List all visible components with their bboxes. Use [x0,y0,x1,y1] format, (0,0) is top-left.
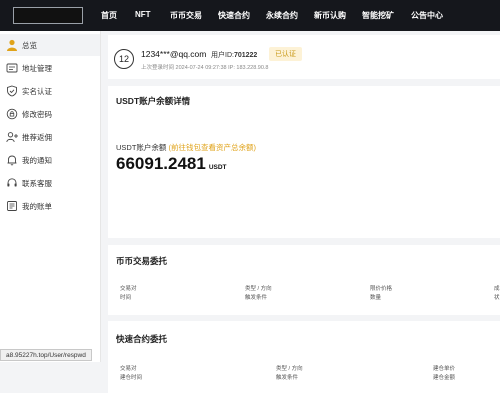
last-login-info: 上次登录时间 2024-07-24 09:27:38 IP: 183.228.9… [141,65,269,71]
header-label: 交易对 [120,286,137,292]
shield-check-icon [7,85,17,97]
futures-col-pair: 交易对 建仓时间 [120,365,142,383]
balance-card: USDT账户余额详情 USDT账户余额 (前往钱包查看资产总余额) 66091.… [108,86,500,238]
profile-card: 12 1234***@qq.com 用户ID:701222 已认证 上次登录时间… [108,35,500,79]
sidebar-item-bills[interactable]: 我的账单 [0,195,100,217]
sidebar-item-notifications[interactable]: 我的通知 [0,149,100,171]
sidebar-item-label: 地址管理 [22,64,52,73]
sidebar-item-change-password[interactable]: 修改密码 [0,103,100,125]
header-label: 交易对 [120,366,137,372]
balance-label-text: USDT账户余额 [116,143,167,152]
header-label: 状 [494,295,500,301]
avatar: 12 [114,49,134,69]
balance-unit: USDT [208,164,227,171]
spot-col-pair: 交易对 时间 [120,285,137,303]
user-id-label: 用户ID: [211,52,234,59]
sidebar-item-overview[interactable]: 总览 [0,34,100,56]
header-label: 触发条件 [276,375,299,381]
spot-col-status: 成状 [494,285,500,303]
nav-nft[interactable]: NFT [135,10,151,19]
nav-perpetual-contract[interactable]: 永续合约 [266,10,298,21]
bell-icon [7,155,17,166]
futures-orders-card: 快速合约委托 交易对建仓时间 类型 / 方向 触发条件 建仓单价建仓金额 [108,321,500,393]
nav-quick-contract[interactable]: 快速合约 [218,10,250,21]
wallet-link[interactable]: (前往钱包查看资产总余额) [169,143,257,152]
sidebar-item-label: 联系客服 [22,179,52,188]
status-url: a8.95227h.top/User/respwd [0,349,92,361]
balance-value: 66091.2481 USDT [116,154,227,174]
top-navbar: 首页 NFT 币币交易 快速合约 永续合约 新币认购 智能挖矿 公告中心 [0,0,500,31]
sidebar-item-label: 我的通知 [22,156,52,165]
user-icon [7,39,17,51]
spot-orders-card: 币币交易委托 交易对时间 类型 / 方向 触发条件 限价价格数量 成状 [108,245,500,315]
nav-new-coin-subscription[interactable]: 新币认购 [314,10,346,21]
spot-col-price: 限价价格 数量 [370,285,392,303]
spot-orders-title: 币币交易委托 [116,256,168,266]
nav-home[interactable]: 首页 [101,10,117,21]
sidebar: 总览 地址管理 实名认证 修改密码 推荐返佣 我的通知 联系客服 我的账单 [0,31,101,362]
sidebar-item-referral[interactable]: 推荐返佣 [0,126,100,148]
user-id: 用户ID:701222 [211,50,257,60]
bill-icon [7,201,17,211]
headset-icon [7,178,17,187]
nav-announcements[interactable]: 公告中心 [411,10,443,21]
header-label: 成 [494,286,500,292]
sidebar-item-label: 实名认证 [22,87,52,96]
sidebar-item-kyc[interactable]: 实名认证 [0,80,100,102]
sidebar-item-label: 我的账单 [22,202,52,211]
balance-amount: 66091.2481 [116,154,206,173]
balance-label: USDT账户余额 (前往钱包查看资产总余额) [116,142,256,153]
verified-badge: 已认证 [269,47,302,61]
site-logo[interactable] [13,7,83,24]
header-label: 类型 / 方向 [276,366,303,372]
spot-col-type: 类型 / 方向 触发条件 [245,285,272,303]
user-email: 1234***@qq.com [141,49,207,59]
header-label: 建仓金额 [433,375,456,381]
header-label: 建仓时间 [120,375,143,381]
sidebar-item-address[interactable]: 地址管理 [0,57,100,79]
address-card-icon [6,63,18,73]
sidebar-item-label: 总览 [22,41,37,50]
header-label: 触发条件 [245,295,268,301]
user-id-value: 701222 [233,52,258,59]
sidebar-item-label: 推荐返佣 [22,133,52,142]
header-label: 时间 [120,295,132,301]
header-label: 限价价格 [370,286,393,292]
sidebar-item-label: 修改密码 [22,110,52,119]
futures-orders-title: 快速合约委托 [116,334,168,344]
nav-smart-mining[interactable]: 智能挖矿 [362,10,394,21]
header-label: 建仓单价 [433,366,456,372]
header-label: 数量 [370,295,382,301]
sidebar-item-customer-service[interactable]: 联系客服 [0,172,100,194]
balance-card-title: USDT账户余额详情 [116,96,191,106]
user-plus-icon [6,132,18,143]
nav-spot-trading[interactable]: 币币交易 [170,10,202,21]
futures-col-type: 类型 / 方向 触发条件 [276,365,303,383]
futures-col-open-price: 建仓单价 建仓金额 [433,365,455,383]
header-label: 类型 / 方向 [245,286,272,292]
lock-icon [6,108,18,120]
